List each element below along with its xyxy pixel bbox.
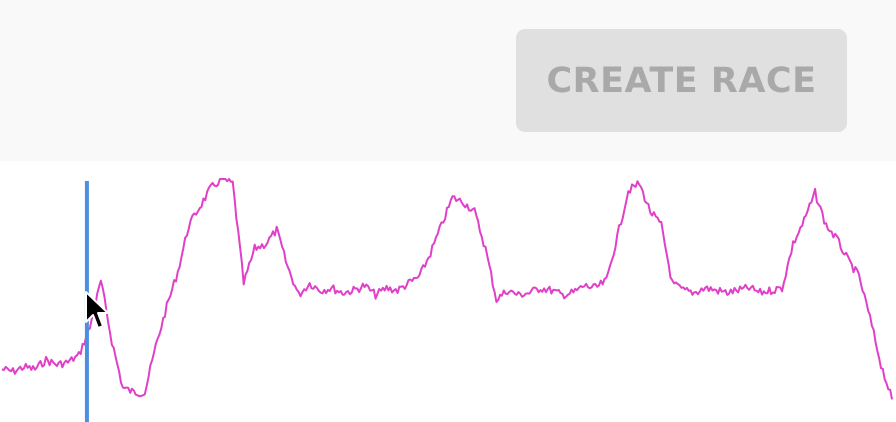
create-race-button[interactable]: CREATE RACE	[516, 29, 847, 132]
race-editor: CREATE RACE	[0, 0, 896, 422]
toolbar: CREATE RACE	[0, 0, 896, 161]
elevation-chart[interactable]	[0, 161, 896, 422]
mouse-pointer-icon	[85, 291, 109, 329]
chart-svg[interactable]	[0, 161, 896, 422]
series-line	[1, 178, 893, 400]
